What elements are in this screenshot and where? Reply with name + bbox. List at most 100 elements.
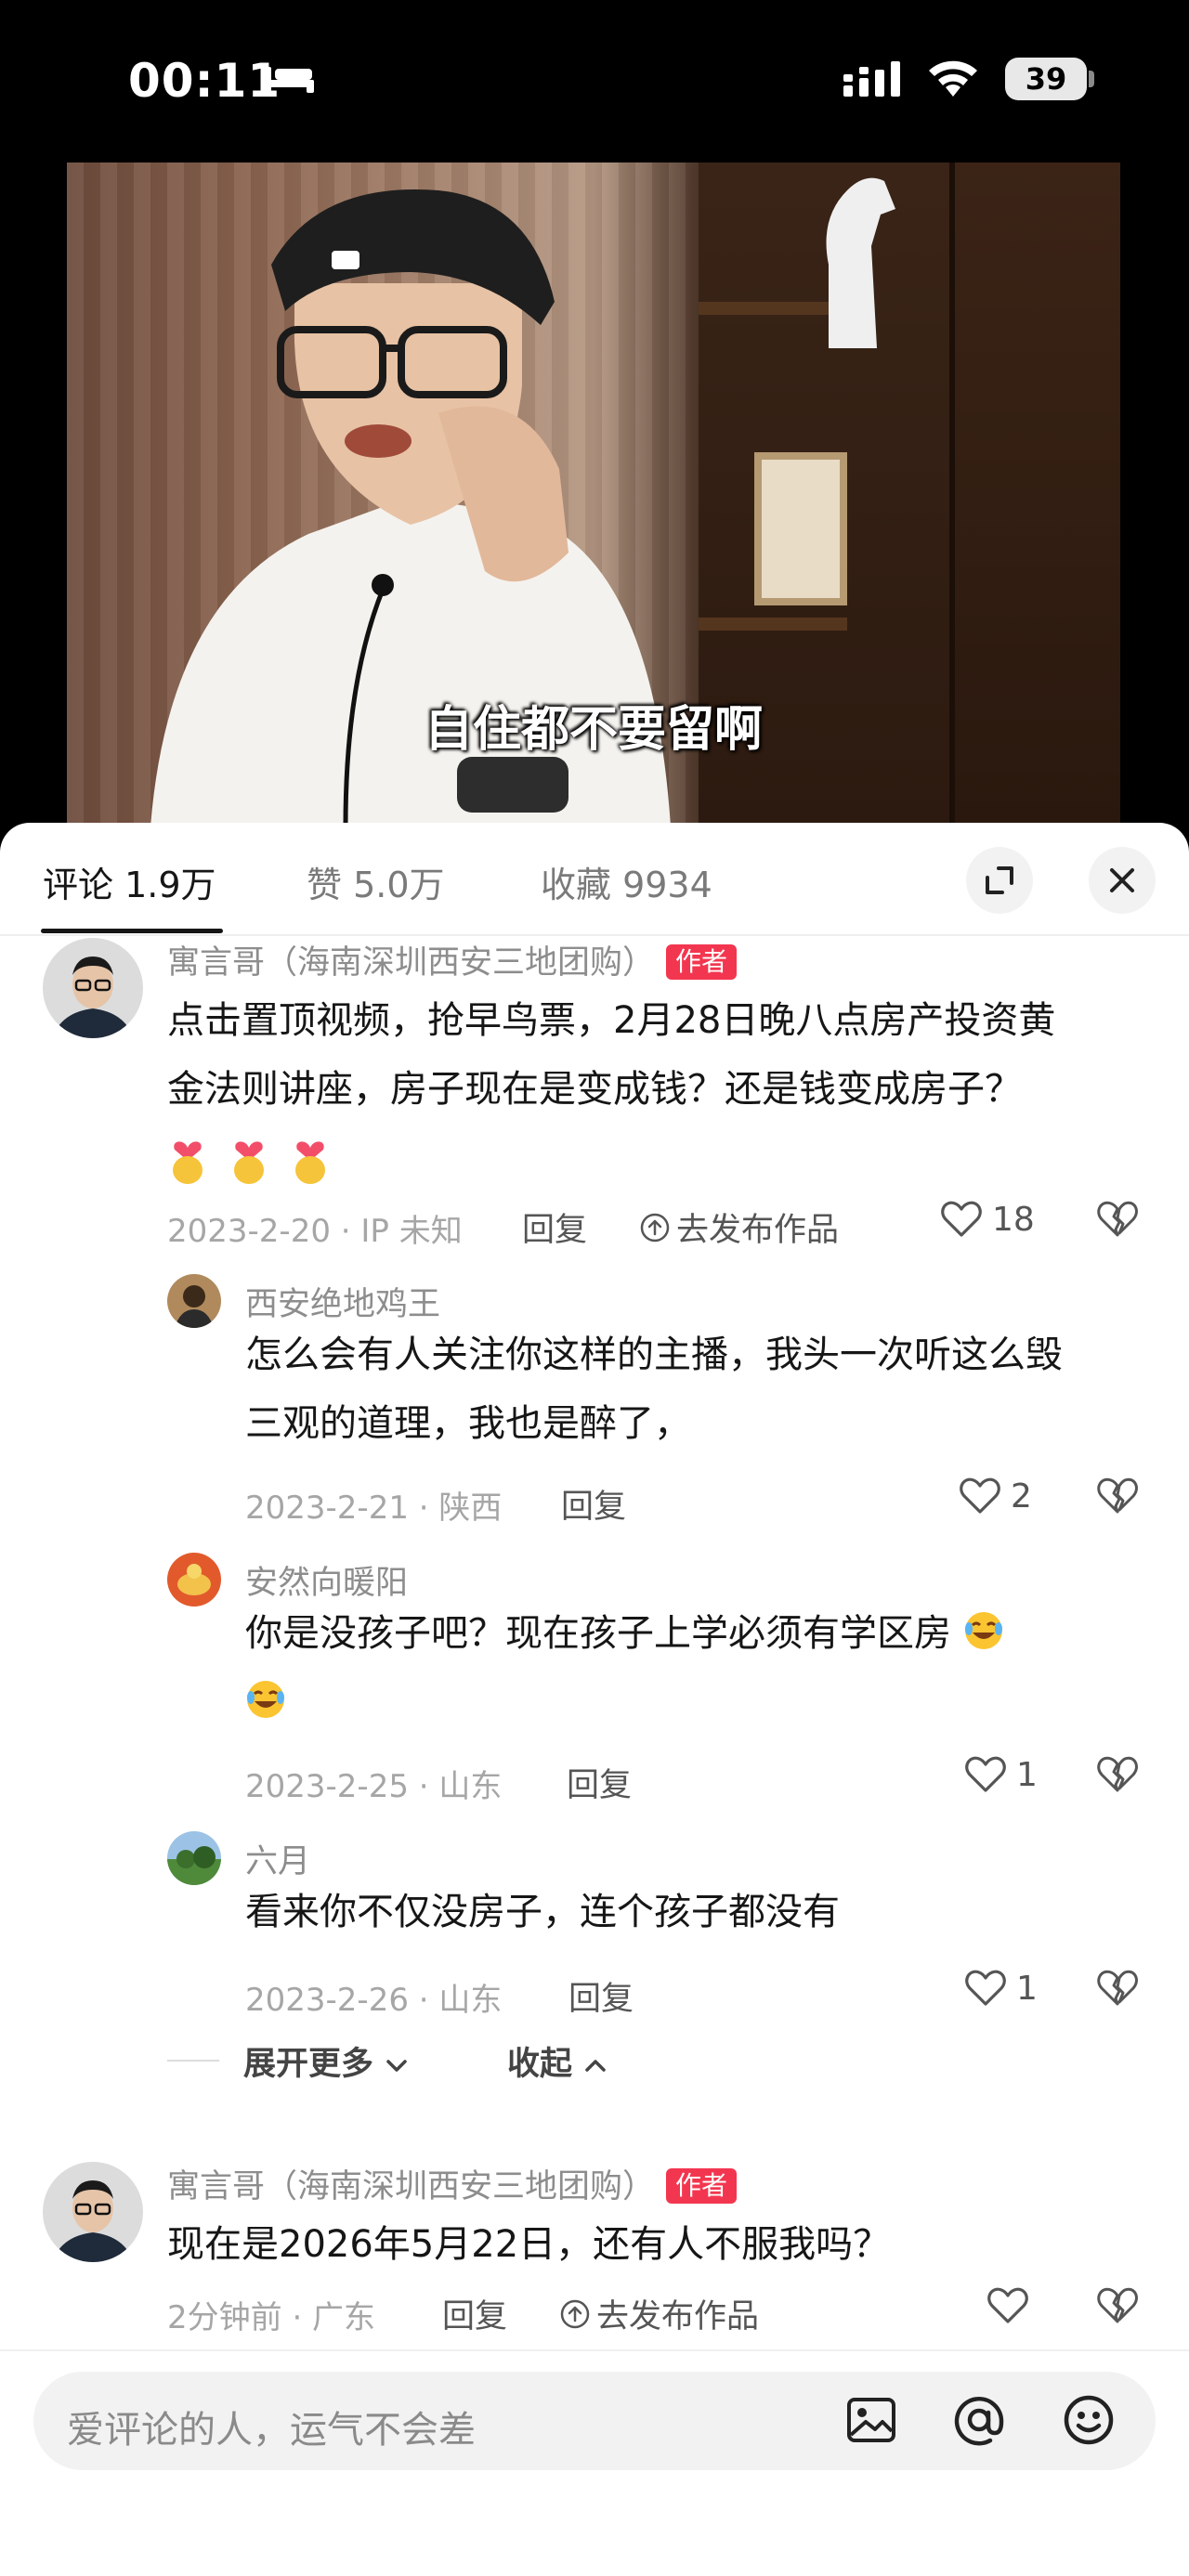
emoji-icon[interactable] [1059,2390,1118,2450]
wifi-icon [929,60,977,97]
heart-hands-emoji-icon [173,1141,203,1184]
upload-circle-icon [640,1213,670,1242]
chevron-down-icon [386,2060,407,2072]
heart-icon [960,1477,1000,1514]
reply-button[interactable]: 回复 [561,1480,626,1528]
tab-likes[interactable]: 赞 5.0万 [307,856,445,907]
like-button[interactable]: 2 [959,1477,1032,1516]
avatar[interactable] [43,2162,143,2262]
comment-text-line: 三观的道理，我也是醉了， [245,1402,691,1445]
avatar[interactable] [167,1831,221,1885]
publish-work-label: 去发布作品 [676,1212,840,1249]
author-badge: 作者 [666,2168,738,2204]
comment-input[interactable]: 爱评论的人，运气不会差 [33,2372,1156,2470]
reply-button[interactable]: 回复 [567,1759,632,1806]
comment-username[interactable]: 六月 [245,1835,310,1882]
comment-text: 看来你不仅没房子，连个孩子都没有 [245,1878,840,1946]
comment-username[interactable]: 西安绝地鸡王 [245,1278,440,1325]
like-button[interactable]: 1 [964,1755,1038,1794]
comment-text-line: 看来你不仅没房子，连个孩子都没有 [245,1891,840,1933]
author-badge: 作者 [666,944,738,980]
like-count: 2 [1011,1477,1032,1516]
reply-button[interactable]: 回复 [522,1203,587,1251]
comment-text-line: 金法则讲座，房子现在是变成钱？还是钱变成房子？ [167,1068,1022,1111]
broken-heart-icon[interactable] [1096,1969,1139,2008]
comment-username[interactable]: 安然向暖阳 [245,1556,408,1604]
avatar[interactable] [167,1553,221,1607]
broken-heart-icon[interactable] [1096,1477,1139,1516]
comment-meta: 2023-2-25 · 山东 [245,1768,503,1805]
expand-icon [986,866,1013,894]
comment-text: 现在是2026年5月22日，还有人不服我吗？ [167,2210,890,2279]
username-text: 寓言哥（海南深圳西安三地团购） [167,2168,656,2205]
heart-icon [965,1756,1006,1792]
reply-button[interactable]: 回复 [442,2290,507,2337]
like-count: 1 [1016,1755,1038,1794]
tab-comments[interactable]: 评论 1.9万 [43,856,216,907]
battery-level: 39 [1005,58,1087,100]
comment-text: 你是没孩子吧？现在孩子上学必须有学区房 [245,1599,1004,1737]
laughing-emoji-icon [964,1612,1002,1649]
horse-figurine [826,177,895,348]
username-text: 寓言哥（海南深圳西安三地团购） [167,944,656,982]
like-button[interactable]: 1 [964,1969,1038,2008]
broken-heart-icon[interactable] [1096,2286,1139,2325]
comment-text-content: 你是没孩子吧？现在孩子上学必须有学区房 [245,1612,951,1655]
comment-tabs: 评论 1.9万 赞 5.0万 收藏 9934 [0,823,1189,934]
comment-meta: 2023-2-26 · 山东 [245,1982,503,2019]
comment-meta: 2023-2-20 · IP 未知 [167,1213,463,1250]
broken-heart-icon[interactable] [1096,1200,1139,1239]
like-count: 18 [992,1200,1035,1239]
sleep-focus-icon [264,67,314,93]
comment-text-line [245,1668,1004,1737]
heart-hands-emoji-icon [234,1141,264,1184]
cellular-signal-icon [843,61,900,97]
comment-text-line: 怎么会有人关注你这样的主播，我头一次听这么毁 [245,1334,1063,1376]
comment-text-line: 你是没孩子吧？现在孩子上学必须有学区房 [245,1599,1004,1668]
heart-icon [941,1201,982,1237]
reply-button[interactable]: 回复 [568,1972,634,2020]
image-icon[interactable] [842,2390,901,2450]
video-frame[interactable]: 自住都不要留啊 [67,163,1120,826]
heart-icon [987,2287,1028,2323]
tab-favorites[interactable]: 收藏 9934 [541,856,712,907]
like-button[interactable] [986,2286,1039,2325]
comment-text-line: 现在是2026年5月22日，还有人不服我吗？ [167,2223,891,2266]
comment-meta: 2023-2-21 · 陕西 [245,1490,503,1527]
laughing-emoji-icon [247,1681,284,1718]
chevron-up-icon [585,2060,606,2072]
comment-text: 怎么会有人关注你这样的主播，我头一次听这么毁 三观的道理，我也是醉了， [245,1321,1063,1458]
comment-meta: 2分钟前 · 广东 [167,2299,376,2336]
emoji-row [167,1124,1055,1192]
comment-text: 点击置顶视频，抢早鸟票，2月28日晚八点房产投资黄 金法则讲座，房子现在是变成钱… [167,986,1055,1192]
heart-hands-emoji-icon [295,1141,325,1184]
comment-input-placeholder: 爱评论的人，运气不会差 [67,2409,476,2452]
heart-icon [965,1970,1006,2006]
avatar[interactable] [43,938,143,1038]
avatar[interactable] [167,1274,221,1328]
close-sheet-button[interactable] [1089,847,1156,914]
comment-input-bar: 爱评论的人，运气不会差 [0,2349,1189,2576]
upload-circle-icon [560,2299,590,2328]
comment-sheet: 评论 1.9万 赞 5.0万 收藏 9934 寓言哥（海南深圳西安三地团购） 作… [0,823,1189,2576]
close-icon [1110,868,1134,892]
divider-line [167,2060,219,2062]
video-subtitle: 自住都不要留啊 [424,702,763,758]
status-bar: 00:11 39 [0,0,1189,163]
status-time: 00:11 [128,54,281,108]
publish-work-label: 去发布作品 [596,2298,760,2335]
collapse-button[interactable]: 收起 [507,2037,608,2085]
expand-more-button[interactable]: 展开更多 [243,2037,409,2085]
collapse-label: 收起 [507,2046,573,2083]
comment-username[interactable]: 寓言哥（海南深圳西安三地团购） 作者 [167,2160,738,2207]
publish-work-button[interactable]: 去发布作品 [559,2290,759,2337]
publish-work-button[interactable]: 去发布作品 [639,1203,839,1251]
like-button[interactable]: 18 [940,1200,1035,1239]
mention-icon[interactable] [949,2390,1009,2450]
broken-heart-icon[interactable] [1096,1755,1139,1794]
comment-username[interactable]: 寓言哥（海南深圳西安三地团购） 作者 [167,936,738,983]
video-player[interactable]: 自住都不要留啊 [0,163,1189,826]
expand-more-label: 展开更多 [243,2046,374,2083]
like-count: 1 [1016,1969,1038,2008]
expand-sheet-button[interactable] [966,847,1033,914]
